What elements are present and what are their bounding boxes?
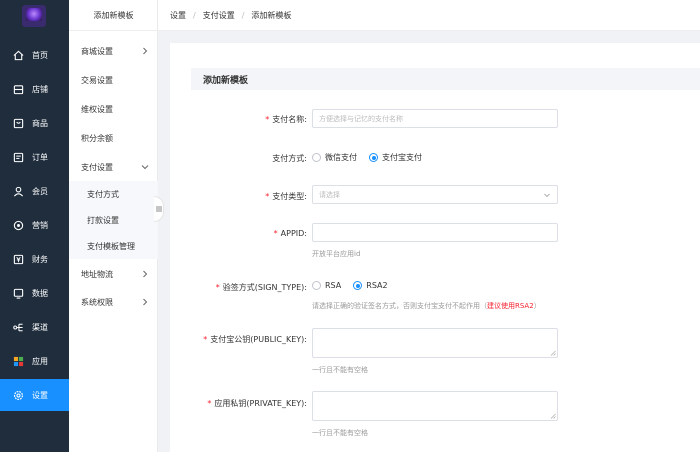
nav-item-shop[interactable]: 店铺: [0, 73, 69, 105]
sub-item-label: 交易设置: [81, 75, 113, 85]
sign-type-hint: 请选择正确的验证签名方式，否则支付宝支付不起作用（建议使用RSA2）: [312, 302, 541, 310]
menu-icon: [155, 206, 162, 212]
sub-item-system-permissions[interactable]: 系统权限: [69, 289, 158, 315]
sign-type-label: * 验签方式(SIGN_TYPE):: [215, 283, 307, 292]
nav-item-marketing[interactable]: 营销: [0, 209, 69, 241]
nav-label: 渠道: [32, 322, 48, 332]
payment-method-group: 微信支付 支付宝支付: [312, 152, 434, 163]
sub-nav: 添加新模板 商城设置 交易设置 维权设置 积分余额 支付设置 支付方式 打款设置…: [69, 0, 158, 452]
private-key-textarea[interactable]: [312, 391, 558, 421]
nav-item-goods[interactable]: 商品: [0, 107, 69, 139]
goods-icon: [12, 117, 24, 129]
sub-item-address-logistics[interactable]: 地址物流: [69, 261, 158, 287]
nav-label: 订单: [32, 152, 48, 162]
nav-label: 数据: [32, 288, 48, 298]
sub-item-label: 维权设置: [81, 104, 113, 114]
sub-item-payment-templates[interactable]: 支付模板管理: [69, 233, 158, 259]
nav-label: 首页: [32, 50, 48, 60]
nav-item-finance[interactable]: 财务: [0, 243, 69, 275]
sub-item-label: 支付模板管理: [87, 241, 135, 251]
payment-type-select[interactable]: 请选择: [312, 185, 558, 204]
payment-name-input[interactable]: 方便选择与记忆的支付名称: [312, 109, 558, 128]
nav-item-settings[interactable]: 设置: [0, 379, 69, 411]
nav-item-apps[interactable]: 应用: [0, 345, 69, 377]
breadcrumb-separator: /: [241, 10, 245, 20]
public-key-label: * 支付宝公钥(PUBLIC_KEY):: [203, 335, 307, 344]
payment-type-label: * 支付类型:: [265, 192, 307, 201]
nav-item-data[interactable]: 数据: [0, 277, 69, 309]
radio-rsa[interactable]: RSA: [312, 281, 341, 290]
nav-label: 会员: [32, 186, 48, 196]
order-icon: [12, 151, 24, 163]
breadcrumb: 设置 / 支付设置 / 添加新模板: [158, 0, 700, 31]
payment-method-label: 支付方式:: [272, 154, 307, 163]
breadcrumb-item[interactable]: 支付设置: [203, 10, 235, 21]
sub-item-label: 积分余额: [81, 133, 113, 143]
chevron-right-icon: [143, 47, 148, 55]
settings-icon: [12, 389, 24, 401]
sub-item-rights-settings[interactable]: 维权设置: [69, 96, 158, 122]
nav-label: 财务: [32, 254, 48, 264]
apps-icon: [12, 355, 24, 367]
radio-alipay[interactable]: 支付宝支付: [369, 152, 422, 163]
sub-item-label: 地址物流: [81, 269, 113, 279]
sub-item-label: 商城设置: [81, 46, 113, 56]
collapse-toggle[interactable]: [154, 196, 164, 222]
sub-item-label: 打款设置: [87, 215, 119, 225]
nav-item-member[interactable]: 会员: [0, 175, 69, 207]
main-nav: 首页 店铺 商品 订单 会员 营销 财务 数据 渠道 应用 设置: [0, 0, 69, 452]
sub-item-trade-settings[interactable]: 交易设置: [69, 67, 158, 93]
sub-item-payment-settings[interactable]: 支付设置: [69, 154, 158, 180]
nav-item-home[interactable]: 首页: [0, 39, 69, 71]
marketing-icon: [12, 219, 24, 231]
nav-label: 店铺: [32, 84, 48, 94]
sub-item-label: 系统权限: [81, 297, 113, 307]
finance-icon: [12, 253, 24, 265]
user-icon: [12, 185, 24, 197]
resize-handle-icon[interactable]: [550, 350, 556, 356]
chevron-right-icon: [143, 298, 148, 306]
data-icon: [12, 287, 24, 299]
chevron-down-icon: [544, 193, 550, 198]
appid-label: * APPID:: [273, 229, 307, 238]
chevron-right-icon: [143, 270, 148, 278]
sign-type-group: RSA RSA2: [312, 281, 400, 290]
breadcrumb-current: 添加新模板: [251, 10, 292, 20]
logo[interactable]: [22, 5, 46, 27]
shop-icon: [12, 83, 24, 95]
section-title: 添加新模板: [191, 68, 700, 90]
sub-item-label: 支付方式: [87, 189, 119, 199]
channel-icon: [12, 321, 24, 333]
nav-label: 营销: [32, 220, 48, 230]
public-key-hint: 一行且不能有空格: [312, 366, 368, 374]
sub-item-mall-settings[interactable]: 商城设置: [69, 38, 158, 64]
sub-item-points-balance[interactable]: 积分余额: [69, 125, 158, 151]
nav-label: 设置: [32, 390, 48, 400]
nav-item-order[interactable]: 订单: [0, 141, 69, 173]
appid-input[interactable]: [312, 223, 558, 242]
sub-item-payout-settings[interactable]: 打款设置: [69, 207, 158, 233]
sub-item-label: 支付设置: [81, 162, 113, 172]
chevron-down-icon: [141, 165, 149, 170]
appid-hint: 开放平台应用id: [312, 250, 361, 258]
resize-handle-icon[interactable]: [550, 413, 556, 419]
nav-item-channel[interactable]: 渠道: [0, 311, 69, 343]
public-key-textarea[interactable]: [312, 328, 558, 358]
payment-name-label: * 支付名称:: [265, 115, 307, 124]
nav-label: 应用: [32, 356, 48, 366]
radio-wechat-pay[interactable]: 微信支付: [312, 152, 357, 163]
sub-nav-title: 添加新模板: [69, 0, 158, 31]
nav-label: 商品: [32, 118, 48, 128]
form-card: 添加新模板 * 支付名称: 方便选择与记忆的支付名称 支付方式: 微信支付 支付宝…: [170, 43, 700, 452]
breadcrumb-item[interactable]: 设置: [170, 10, 186, 21]
sub-item-payment-methods[interactable]: 支付方式: [69, 181, 158, 207]
home-icon: [12, 49, 24, 61]
private-key-hint: 一行且不能有空格: [312, 429, 368, 437]
private-key-label: * 应用私钥(PRIVATE_KEY):: [207, 399, 307, 408]
radio-rsa2[interactable]: RSA2: [353, 281, 388, 290]
breadcrumb-separator: /: [193, 10, 196, 20]
